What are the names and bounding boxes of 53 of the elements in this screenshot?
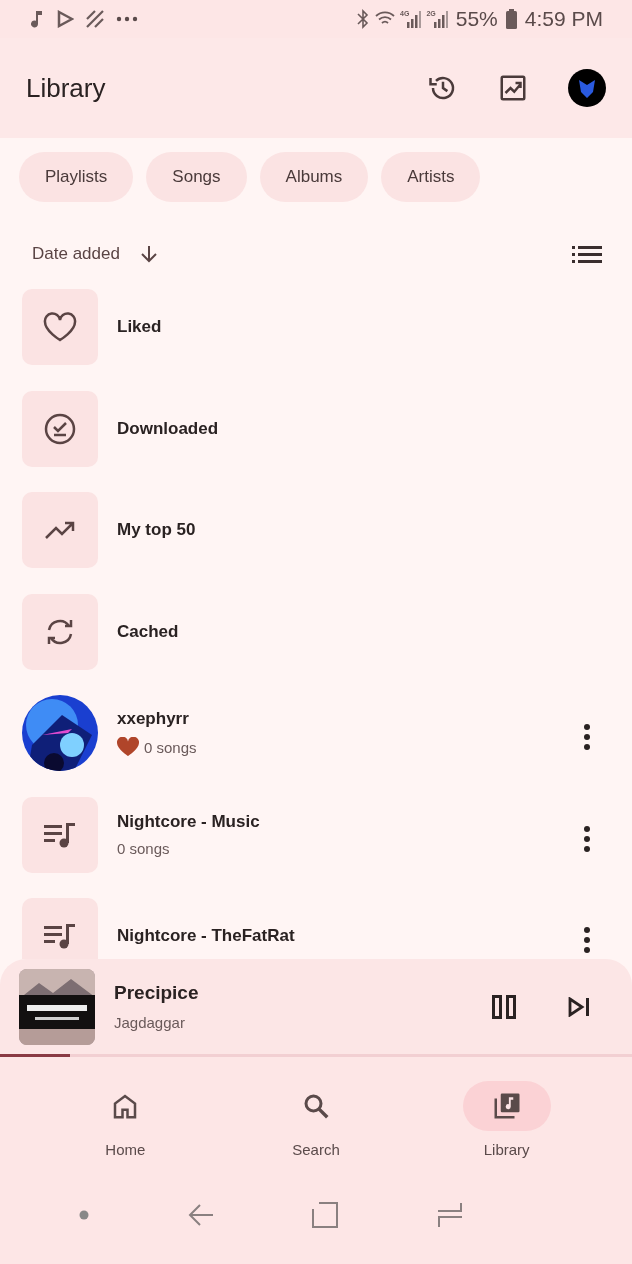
more-icon <box>116 16 138 22</box>
heart-icon <box>43 312 77 342</box>
recents-icon[interactable] <box>436 1201 463 1228</box>
playlist-tile[interactable] <box>22 898 98 959</box>
song-count: 0 songs <box>144 738 197 756</box>
bluetooth-icon <box>356 9 371 29</box>
back-icon[interactable] <box>187 1201 214 1228</box>
playlist-music-icon <box>44 821 76 848</box>
song-count: 0 songs <box>117 840 170 857</box>
playlist-tile[interactable] <box>22 796 98 873</box>
playlist-name: Nightcore - TheFatRat <box>117 926 296 946</box>
avatar-icon[interactable] <box>568 69 606 107</box>
filter-chip[interactable]: Artists <box>381 152 481 202</box>
track-artist: Jagdaggar <box>114 1014 186 1031</box>
battery-icon <box>505 9 517 29</box>
play-icon <box>56 10 74 28</box>
nav-tab[interactable]: Home <box>70 1081 181 1158</box>
more-vertical-icon[interactable] <box>584 927 590 953</box>
filter-chip[interactable]: Playlists <box>19 152 134 202</box>
mini-player[interactable]: Precipice Jagdaggar <box>0 959 632 1057</box>
playlist-tile[interactable] <box>22 492 98 568</box>
playlist-music-icon <box>44 923 76 949</box>
signal-icon <box>407 10 422 28</box>
more-vertical-icon[interactable] <box>584 825 590 852</box>
playlist-tile[interactable] <box>22 593 98 670</box>
arrow-down-icon[interactable] <box>139 245 158 263</box>
playlist-tile[interactable] <box>22 289 98 365</box>
playlist-tile[interactable] <box>22 390 98 467</box>
list-view-icon[interactable] <box>572 244 602 264</box>
playlist-name: xxephyrr <box>117 709 190 729</box>
pause-icon[interactable] <box>492 994 516 1019</box>
clock: 4:59 PM <box>524 7 603 31</box>
trending-up-icon <box>44 520 76 540</box>
home-button-icon[interactable] <box>312 1201 339 1228</box>
playlist-name: Cached <box>117 621 180 642</box>
dot-icon[interactable] <box>79 1209 90 1220</box>
playlist-name: Nightcore - Music <box>117 812 261 832</box>
playlist-name: My top 50 <box>117 520 197 540</box>
trending-chart-icon[interactable] <box>498 73 528 103</box>
nav-tab[interactable]: Search <box>261 1081 371 1158</box>
music-note-icon <box>30 10 44 28</box>
check-circle-icon <box>44 412 76 445</box>
skip-next-icon[interactable] <box>568 996 590 1017</box>
stripes-icon <box>86 10 104 28</box>
sort-button[interactable]: Date added <box>32 244 120 264</box>
filter-chip[interactable]: Albums <box>259 152 369 202</box>
track-title: Precipice <box>114 982 200 1004</box>
filter-chip[interactable]: Songs <box>146 152 247 202</box>
battery-percent: 55% <box>455 7 498 31</box>
more-vertical-icon[interactable] <box>584 724 590 750</box>
page-title: Library <box>26 72 107 104</box>
playlist-name: Liked <box>117 317 163 337</box>
playlist-name: Downloaded <box>117 418 220 439</box>
